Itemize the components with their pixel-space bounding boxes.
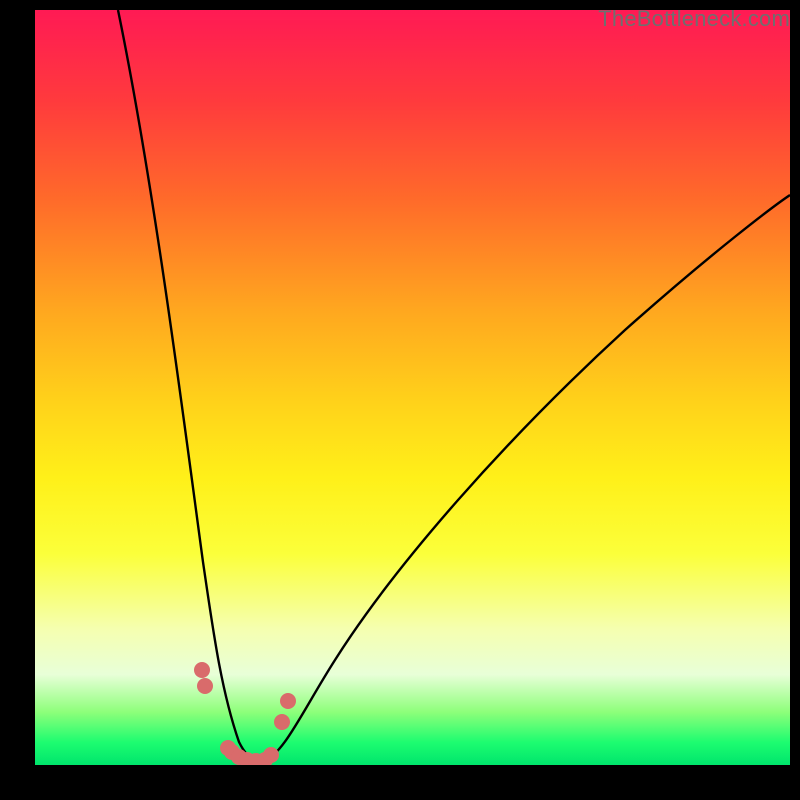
- chart-plot-area: [35, 10, 790, 765]
- chart-frame: TheBottleneck.com: [0, 0, 800, 800]
- bottleneck-curve-svg: [35, 10, 790, 765]
- bottleneck-curve: [118, 10, 790, 761]
- marker-group: [194, 662, 296, 765]
